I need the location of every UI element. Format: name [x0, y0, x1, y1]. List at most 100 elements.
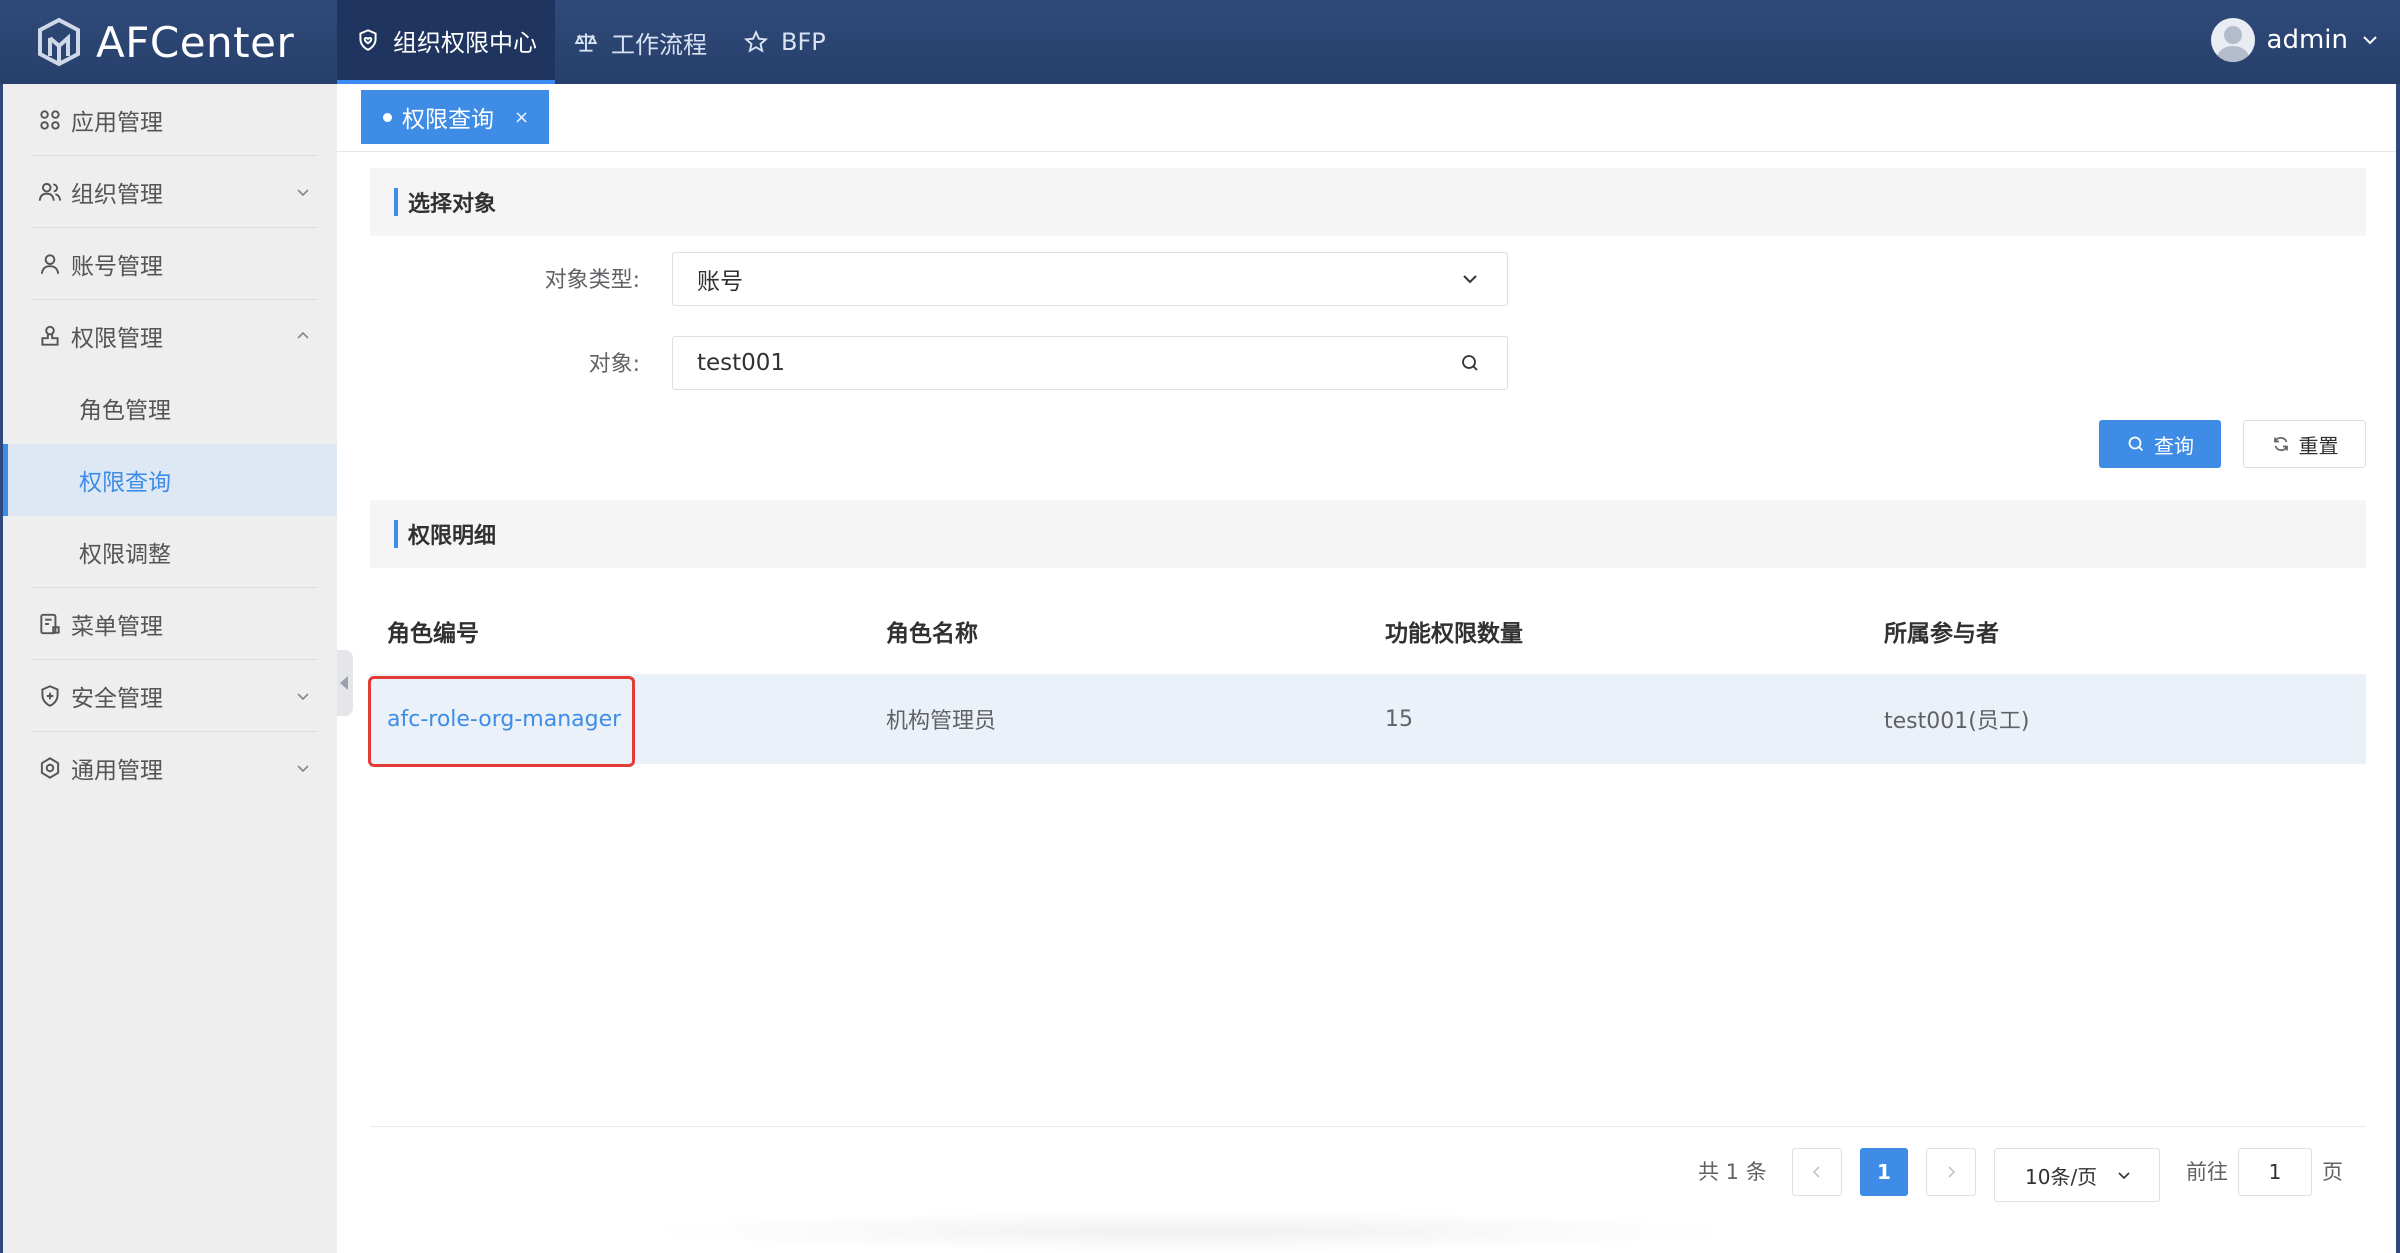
section-title: 选择对象 [408, 192, 497, 217]
settings-icon [40, 757, 60, 779]
table-header-row: 角色编号 角色名称 功能权限数量 所属参与者 [370, 588, 2366, 674]
sidebar: 应用管理 组织管理 账号管理 权限管理 角色管理 权限查询 权限调整 菜单管理 … [0, 84, 337, 1253]
sidebar-collapse-handle[interactable] [337, 650, 353, 716]
sidebar-item-label: 账号管理 [71, 254, 163, 280]
chevron-down-icon [2118, 1172, 2130, 1180]
sidebar-item-label: 权限管理 [71, 326, 163, 352]
annotation-highlight-box [368, 676, 635, 767]
topnav-label: 组织权限中心 [393, 28, 537, 57]
select-object-section-header: 选择对象 [370, 168, 2366, 236]
page-size-value: 10条/页 [2025, 1164, 2098, 1189]
chevron-left-icon [1812, 1166, 1820, 1178]
permission-table: 角色编号 角色名称 功能权限数量 所属参与者 afc-role-org-mana… [370, 588, 2366, 764]
chevron-down-icon [297, 189, 309, 197]
query-button[interactable]: 查询 [2099, 420, 2221, 468]
sidebar-item-label: 安全管理 [71, 686, 163, 712]
page-number-current[interactable]: 1 [1860, 1148, 1908, 1196]
sidebar-subitem-label: 权限调整 [79, 542, 171, 568]
star-icon [743, 29, 769, 53]
chevron-down-icon [297, 765, 309, 773]
next-page-button[interactable] [1926, 1148, 1976, 1196]
object-label: 对象: [588, 352, 640, 377]
security-icon [41, 685, 59, 707]
topnav-org-permission-center[interactable]: 组织权限中心 [337, 0, 555, 84]
column-header-role-code[interactable]: 角色编号 [370, 614, 869, 648]
reset-button-label: 重置 [2298, 433, 2339, 458]
goto-page-input[interactable]: 1 [2238, 1148, 2312, 1196]
sidebar-item-permissions[interactable]: 权限管理 [3, 300, 337, 372]
chevron-down-icon [297, 693, 309, 701]
goto-label: 前往 [2186, 1160, 2228, 1184]
sidebar-item-label: 通用管理 [71, 758, 163, 784]
function-count-cell: 15 [1385, 706, 1413, 732]
username: admin [2266, 25, 2348, 55]
page-size-select[interactable]: 10条/页 [1994, 1148, 2160, 1202]
chevron-down-icon [2363, 36, 2377, 45]
object-type-select[interactable]: 账号 [672, 252, 1508, 306]
sidebar-item-apps[interactable]: 应用管理 [3, 84, 337, 156]
sidebar-item-org[interactable]: 组织管理 [3, 156, 337, 228]
tab-active-dot [383, 112, 392, 122]
topnav-label: BFP [781, 28, 826, 56]
sidebar-subitem-roles[interactable]: 角色管理 [3, 372, 337, 444]
participant-cell: test001(员工) [1884, 709, 2030, 734]
top-nav: 组织权限中心 工作流程 BFP [337, 0, 844, 84]
app-logo[interactable]: AFCenter [36, 14, 294, 70]
user-icon [40, 254, 60, 274]
menu-doc-icon [40, 613, 60, 635]
scale-icon [574, 33, 598, 52]
tab-bar: 权限查询 × [337, 84, 2400, 152]
sidebar-subitem-label: 角色管理 [79, 398, 171, 424]
object-input[interactable]: test001 [672, 336, 1508, 390]
top-header: AFCenter 组织权限中心 工作流程 BFP admin [0, 0, 2400, 84]
sidebar-item-general[interactable]: 通用管理 [3, 732, 337, 804]
topnav-bfp[interactable]: BFP [725, 0, 844, 84]
shield-heart-icon [359, 29, 377, 51]
chevron-right-icon [1948, 1166, 1956, 1178]
object-type-value: 账号 [697, 269, 743, 295]
permission-icon [41, 325, 59, 346]
window-border [2396, 84, 2400, 1253]
object-input-value: test001 [697, 350, 786, 376]
sidebar-subitem-permission-query[interactable]: 权限查询 [3, 444, 337, 516]
reset-button[interactable]: 重置 [2243, 420, 2366, 468]
tab-label: 权限查询 [402, 107, 494, 133]
logo-icon [38, 17, 80, 67]
query-button-label: 查询 [2154, 433, 2194, 458]
logo-text: AFCenter [96, 17, 295, 67]
divider [370, 1126, 2366, 1127]
sidebar-item-label: 应用管理 [71, 110, 163, 136]
sidebar-item-label: 菜单管理 [71, 614, 163, 640]
column-header-participant[interactable]: 所属参与者 [1867, 614, 2366, 648]
table-row[interactable]: afc-role-org-manager 机构管理员 15 test001(员工… [370, 674, 2366, 764]
prev-page-button[interactable] [1792, 1148, 1842, 1196]
bottom-shadow [640, 1210, 1740, 1253]
sidebar-item-label: 组织管理 [71, 182, 163, 208]
pagination-total: 共 1 条 [1698, 1160, 1767, 1184]
topnav-label: 工作流程 [611, 30, 707, 59]
sidebar-item-accounts[interactable]: 账号管理 [3, 228, 337, 300]
chevron-up-icon [297, 331, 309, 339]
role-name-cell: 机构管理员 [886, 709, 997, 734]
sidebar-item-menus[interactable]: 菜单管理 [3, 588, 337, 660]
search-icon [2128, 436, 2144, 452]
group-icon [38, 182, 62, 201]
column-header-role-name[interactable]: 角色名称 [869, 614, 1368, 648]
search-icon[interactable] [1459, 352, 1481, 374]
tab-permission-query[interactable]: 权限查询 × [361, 90, 549, 144]
topnav-workflow[interactable]: 工作流程 [555, 0, 725, 84]
sidebar-item-security[interactable]: 安全管理 [3, 660, 337, 732]
chevron-down-icon [1463, 275, 1477, 284]
user-menu[interactable]: admin [2210, 18, 2380, 62]
avatar [2210, 18, 2255, 62]
section-title: 权限明细 [408, 524, 497, 549]
column-header-function-count[interactable]: 功能权限数量 [1368, 614, 1867, 648]
permission-detail-section-header: 权限明细 [370, 500, 2366, 568]
refresh-icon [2273, 437, 2288, 451]
sidebar-subitem-permission-adjust[interactable]: 权限调整 [3, 516, 337, 588]
object-type-label: 对象类型: [544, 268, 640, 293]
page-suffix: 页 [2322, 1160, 2343, 1184]
tab-close-icon[interactable]: × [514, 107, 529, 128]
apps-icon [40, 110, 60, 130]
sidebar-subitem-label: 权限查询 [79, 470, 171, 496]
